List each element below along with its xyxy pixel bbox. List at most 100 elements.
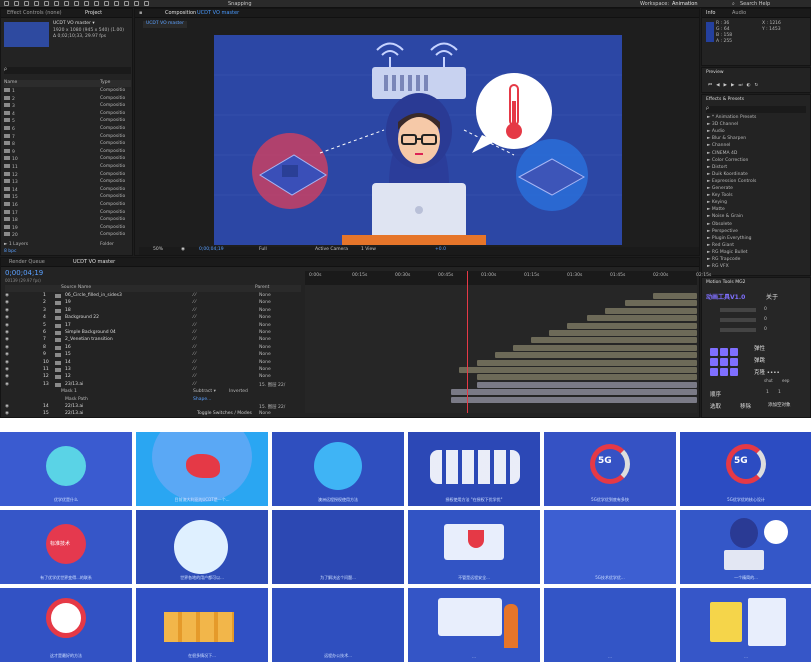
storyboard-tile[interactable]: 在很多情况下... [136, 588, 268, 662]
project-item[interactable]: 11 Compositio [4, 164, 131, 171]
layer-parent[interactable]: None [259, 352, 271, 357]
hand-tool-icon[interactable] [24, 1, 29, 6]
eye-icon[interactable]: ◉ [5, 300, 9, 305]
layer-duration-bar[interactable] [477, 374, 697, 381]
layer-duration-bar[interactable] [459, 367, 697, 373]
fx-switch-icon[interactable]: ⁄ ⁄ [193, 382, 196, 387]
fx-switch-icon[interactable]: ⁄ ⁄ [193, 337, 196, 342]
select-button[interactable]: 选取 [710, 402, 721, 410]
layer-duration-bar[interactable] [513, 344, 697, 351]
camera-dropdown[interactable]: Active Camera [315, 247, 348, 252]
anchor-ml-button[interactable] [710, 358, 718, 366]
effects-search-input[interactable]: ρ [706, 106, 806, 113]
project-item[interactable]: 5 Compositio [4, 118, 131, 125]
sequence-button[interactable]: 顺序 [710, 390, 721, 398]
clone-button[interactable]: 克隆 •••• [754, 368, 780, 376]
storyboard-tile[interactable]: 优学优是什么 [0, 432, 132, 506]
mask-row[interactable]: Mask 1 Subtract ▾ Inverted [5, 389, 301, 396]
time-ruler[interactable]: 0:00s 00:15s 00:30s 00:45s 01:00s 01:15s 01:30… [305, 271, 711, 285]
layer-parent[interactable]: None [259, 367, 271, 372]
layer-duration-bar[interactable] [587, 315, 697, 322]
eye-icon[interactable]: ◉ [5, 315, 9, 320]
project-item[interactable]: 1 Compositio [4, 88, 131, 95]
project-item[interactable]: 15 Compositio [4, 194, 131, 201]
layer-parent[interactable]: None [259, 330, 271, 335]
last-frame-icon[interactable]: ⏭ [738, 83, 746, 88]
effects-category[interactable]: ► RG Magic Bullet [707, 250, 748, 257]
camera-snapshot-icon[interactable]: ◉ [181, 247, 185, 252]
roto-brush-icon[interactable] [134, 1, 139, 6]
tab-render-queue[interactable]: Render Queue [9, 259, 45, 265]
workspace-value[interactable]: Animation [672, 1, 698, 7]
storyboard-tile[interactable]: 目前澳大利亚的UCDT是一个... [136, 432, 268, 506]
timeline-layer-row[interactable]: ◉ 2 19 ⁄ ⁄ None [5, 300, 301, 307]
slider-1[interactable] [720, 308, 756, 312]
effects-category[interactable]: ► Noise & Grain [707, 214, 743, 221]
timeline-timecode[interactable]: 0;00;04;19 [5, 269, 43, 277]
storyboard-tile[interactable]: ... [680, 588, 811, 662]
column-source-name[interactable]: Source Name [61, 285, 91, 290]
brush-tool-icon[interactable] [104, 1, 109, 6]
project-item[interactable]: 10 Compositio [4, 156, 131, 163]
layer-duration-bar[interactable] [567, 322, 697, 329]
eye-icon[interactable]: ◉ [5, 308, 9, 313]
slider-3[interactable] [720, 328, 756, 332]
effects-category[interactable]: ► Expression Controls [707, 179, 756, 186]
fx-switch-icon[interactable]: ⁄ ⁄ [193, 345, 196, 350]
sequence-num-1[interactable]: 1 [766, 390, 769, 397]
timeline-layer-row[interactable]: ◉ 8 16 ⁄ ⁄ None [5, 345, 301, 352]
anchor-tr-button[interactable] [730, 348, 738, 356]
layer-parent[interactable]: None [259, 374, 271, 379]
fx-switch-icon[interactable]: ⁄ ⁄ [193, 374, 196, 379]
eye-icon[interactable]: ◉ [5, 345, 9, 350]
timeline-layer-row[interactable]: ◉ 11 13 ⁄ ⁄ None [5, 367, 301, 374]
storyboard-tile[interactable]: 5G 5G优学优的核心设计 [680, 432, 811, 506]
first-frame-icon[interactable]: ⏮ [708, 83, 716, 88]
tab-composition-name[interactable]: UCDT VO master [197, 10, 239, 16]
comp-subtab[interactable]: UCDT VO master [143, 21, 187, 28]
home-icon[interactable] [4, 1, 9, 6]
slider-1-value[interactable]: 0 [764, 307, 767, 314]
layer-duration-bar[interactable] [451, 396, 697, 403]
storyboard-tile[interactable]: ... [408, 588, 540, 662]
composition-viewer[interactable] [214, 35, 622, 245]
storyboard-tile[interactable]: 5G 5G优学优到底有多快 [544, 432, 676, 506]
layer-parent[interactable]: None [259, 337, 271, 342]
eye-icon[interactable]: ◉ [5, 404, 9, 409]
slider-3-value[interactable]: 0 [764, 327, 767, 334]
fx-switch-icon[interactable]: ⁄ ⁄ [193, 367, 196, 372]
about-button[interactable]: 关于 [766, 292, 778, 301]
elastic-button[interactable]: 弹性 [754, 344, 765, 352]
storyboard-tile[interactable]: 澳洲远程授权使用方法 [272, 432, 404, 506]
timeline-layer-row[interactable]: ◉ 9 15 ⁄ ⁄ None [5, 352, 301, 359]
eye-icon[interactable]: ◉ [5, 293, 9, 298]
project-item[interactable]: 4 Compositio [4, 110, 131, 118]
anchor-bl-button[interactable] [710, 368, 718, 376]
playhead[interactable] [467, 271, 468, 413]
exposure-value[interactable]: +0.0 [435, 247, 446, 252]
mask-path-row[interactable]: Mask Path Shape... [5, 397, 301, 404]
timeline-track-area[interactable] [305, 285, 697, 413]
timeline-layer-row[interactable]: ◉ 15 22/13.ai None [5, 411, 301, 418]
layer-parent[interactable]: None [259, 293, 271, 298]
fx-switch-icon[interactable]: ⁄ ⁄ [193, 308, 196, 313]
search-help-input[interactable]: Search Help [740, 1, 770, 7]
effects-category[interactable]: ► Generate [707, 186, 733, 193]
slider-2-value[interactable]: 0 [764, 317, 767, 324]
search-icon[interactable]: ⌕ [732, 1, 735, 7]
layer-parent[interactable]: None [259, 315, 271, 320]
project-item[interactable]: 2 Compositio [4, 95, 131, 103]
column-type[interactable]: Type [100, 80, 110, 85]
effects-category[interactable]: ► Red Giant [707, 243, 734, 250]
project-item[interactable]: 14 Compositio [4, 186, 131, 194]
slider-2[interactable] [720, 318, 756, 322]
layer-parent[interactable]: None [259, 308, 271, 313]
mask-inverted-checkbox[interactable]: Inverted [229, 389, 248, 394]
fx-switch-icon[interactable]: ⁄ ⁄ [193, 293, 196, 298]
eraser-tool-icon[interactable] [124, 1, 129, 6]
layer-parent[interactable]: None [259, 323, 271, 328]
project-item[interactable]: 13 Compositio [4, 179, 131, 186]
playback-controls[interactable]: ⏮◀▶▶⏭◐↻ [708, 82, 762, 89]
anchor-mc-button[interactable] [720, 358, 728, 366]
eye-icon[interactable]: ◉ [5, 330, 9, 335]
